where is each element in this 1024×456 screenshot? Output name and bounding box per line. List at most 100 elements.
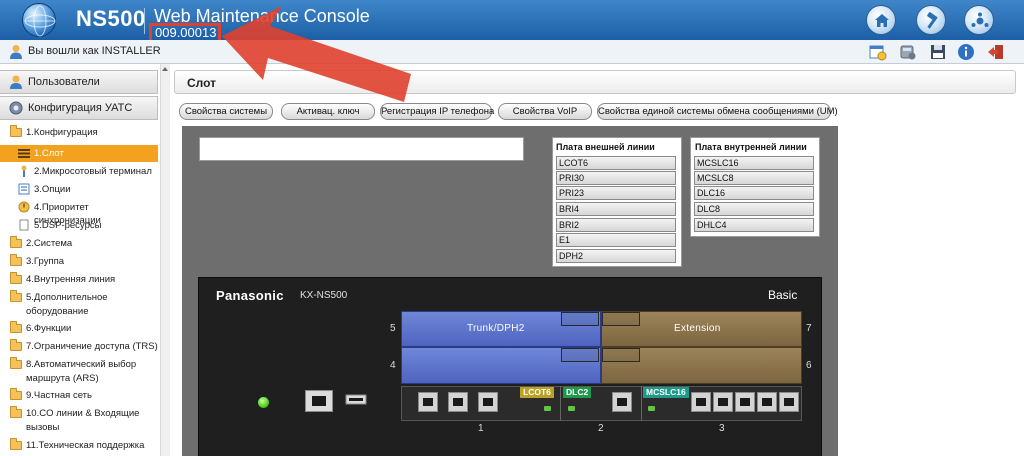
folder-icon <box>10 236 22 248</box>
sidebar-item-optional-equipment[interactable]: 5.Дополнительное оборудование <box>0 289 158 319</box>
card-pri23[interactable]: PRI23 <box>556 186 676 200</box>
info-icon[interactable] <box>956 43 976 61</box>
login-bar: Вы вошли как INSTALLER <box>0 40 1024 64</box>
card-status-led <box>544 406 551 411</box>
card-e1[interactable]: E1 <box>556 233 676 247</box>
sidebar-item-label: 2.Система <box>26 238 73 249</box>
maintenance-button[interactable] <box>916 5 946 35</box>
users-icon <box>10 75 22 89</box>
sidebar-item-label: 6.Функции <box>26 323 72 334</box>
sidebar-item-label: 7.Ограничение доступа (TRS) <box>26 341 158 352</box>
sidebar-item-features[interactable]: 6.Функции <box>0 320 158 337</box>
scroll-up-arrow-icon[interactable] <box>162 67 168 71</box>
installed-card-lcot6[interactable]: LCOT6 <box>520 387 554 398</box>
card-divider <box>641 386 642 421</box>
sidebar-item-label: 2.Микросотовый терминал <box>34 166 152 177</box>
card-dhlc4[interactable]: DHLC4 <box>694 218 814 232</box>
external-cards-title: Плата внешней линии <box>556 142 655 152</box>
slot-number-1: 1 <box>478 423 484 434</box>
sidebar-item-private-network[interactable]: 9.Частная сеть <box>0 387 158 404</box>
slot-number-5: 5 <box>390 323 396 334</box>
slot-connector <box>602 348 640 362</box>
sidebar-item-label-cont: маршрута (ARS) <box>26 373 99 384</box>
card-pri30[interactable]: PRI30 <box>556 171 676 185</box>
folder-icon <box>10 438 22 450</box>
sidebar-item-sync-priority[interactable]: 4.Приоритет синхронизации <box>0 199 158 226</box>
card-bri2[interactable]: BRI2 <box>556 218 676 232</box>
card-dlc8[interactable]: DLC8 <box>694 202 814 216</box>
sidebar-item-label: 10.CO линии & Входящие <box>26 408 140 419</box>
options-icon <box>18 183 30 195</box>
power-led <box>258 397 269 408</box>
sidebar-section-label: Конфигурация УАТС <box>28 102 133 114</box>
sidebar-item-tech-support[interactable]: 11.Техническая поддержка <box>0 437 158 454</box>
card-bri4[interactable]: BRI4 <box>556 202 676 216</box>
sidebar-item-configuration[interactable]: 1.Конфигурация <box>0 124 158 141</box>
installed-card-dlc2[interactable]: DLC2 <box>563 387 592 398</box>
sidebar-item-label-cont: вызовы <box>26 422 60 433</box>
activation-key-button[interactable]: Активац. ключ <box>281 103 375 120</box>
folder-icon <box>10 357 22 369</box>
antenna-icon <box>21 165 27 177</box>
system-properties-button[interactable]: Свойства системы <box>179 103 273 120</box>
voip-properties-button[interactable]: Свойства VoIP <box>498 103 592 120</box>
lan-port <box>305 390 333 412</box>
save-icon[interactable] <box>928 43 948 61</box>
sidebar-item-microcell-terminal[interactable]: 2.Микросотовый терминал <box>0 163 158 180</box>
sidebar-item-label: 5.DSP-ресурсы <box>34 220 102 231</box>
card-mcslc8[interactable]: MCSLC8 <box>694 171 814 185</box>
network-icon <box>971 12 989 27</box>
slot-icon <box>18 149 30 158</box>
card-dlc16[interactable]: DLC16 <box>694 186 814 200</box>
um-properties-button[interactable]: Свойства единой системы обмена сообщения… <box>597 103 838 120</box>
folder-icon <box>10 290 22 302</box>
usb-icon <box>345 394 367 405</box>
sidebar-item-label: 8.Автоматический выбор <box>26 359 137 370</box>
card-status-led <box>568 406 575 411</box>
sidebar-item-extension[interactable]: 4.Внутренняя линия <box>0 271 158 288</box>
calendar-clock-icon[interactable] <box>868 43 888 61</box>
ip-phone-registration-button[interactable]: Регистрация IP телефона <box>380 103 494 120</box>
app-name: NS500 <box>76 6 146 31</box>
slot-number-7: 7 <box>806 323 812 334</box>
sidebar-item-co-lines[interactable]: 10.CO линии & Входящие вызовы <box>0 405 158 435</box>
folder-icon <box>10 254 22 266</box>
sidebar-item-label-cont: оборудование <box>26 306 89 317</box>
sidebar-item-group[interactable]: 3.Группа <box>0 253 158 270</box>
sidebar-item-trs[interactable]: 7.Ограничение доступа (TRS) <box>0 338 158 355</box>
phone-settings-icon[interactable] <box>898 43 918 61</box>
open-folder-icon <box>10 125 22 137</box>
rj-port <box>448 392 468 412</box>
home-button[interactable] <box>866 5 896 35</box>
network-button[interactable] <box>964 5 994 35</box>
sidebar-scrollbar[interactable] <box>160 64 170 456</box>
sidebar-section-pbx-config[interactable]: Конфигурация УАТС <box>0 96 158 120</box>
slot-info-field[interactable] <box>199 137 524 161</box>
internal-cards-title: Плата внутренней линии <box>695 142 807 152</box>
sidebar-item-slot[interactable]: 1.Слот <box>0 145 158 162</box>
card-mcslc16[interactable]: MCSLC16 <box>694 156 814 170</box>
folder-icon <box>10 388 22 400</box>
rj-port <box>612 392 632 412</box>
sidebar-section-label: Пользователи <box>28 76 100 88</box>
card-status-led <box>648 406 655 411</box>
sidebar-item-ars[interactable]: 8.Автоматический выбор маршрута (ARS) <box>0 356 158 386</box>
sidebar-item-options[interactable]: 3.Опции <box>0 181 158 198</box>
card-divider <box>560 386 561 421</box>
user-icon <box>10 45 22 59</box>
rj-port <box>735 392 755 412</box>
sidebar-item-label: 5.Дополнительное <box>26 292 108 303</box>
installed-card-mcslc16[interactable]: MCSLC16 <box>643 387 689 398</box>
card-lcot6[interactable]: LCOT6 <box>556 156 676 170</box>
rj-port <box>478 392 498 412</box>
sidebar-item-label: 9.Частная сеть <box>26 390 92 401</box>
card-dph2[interactable]: DPH2 <box>556 249 676 263</box>
logout-icon[interactable] <box>986 43 1006 61</box>
device-edition: Basic <box>768 288 798 302</box>
device-brand: Panasonic <box>216 288 284 303</box>
device-model: KX-NS500 <box>300 290 348 301</box>
header-divider <box>144 8 145 34</box>
sidebar-item-dsp-resources[interactable]: 5.DSP-ресурсы <box>0 217 158 234</box>
sidebar-section-users[interactable]: Пользователи <box>0 70 158 94</box>
sidebar-item-system[interactable]: 2.Система <box>0 235 158 252</box>
